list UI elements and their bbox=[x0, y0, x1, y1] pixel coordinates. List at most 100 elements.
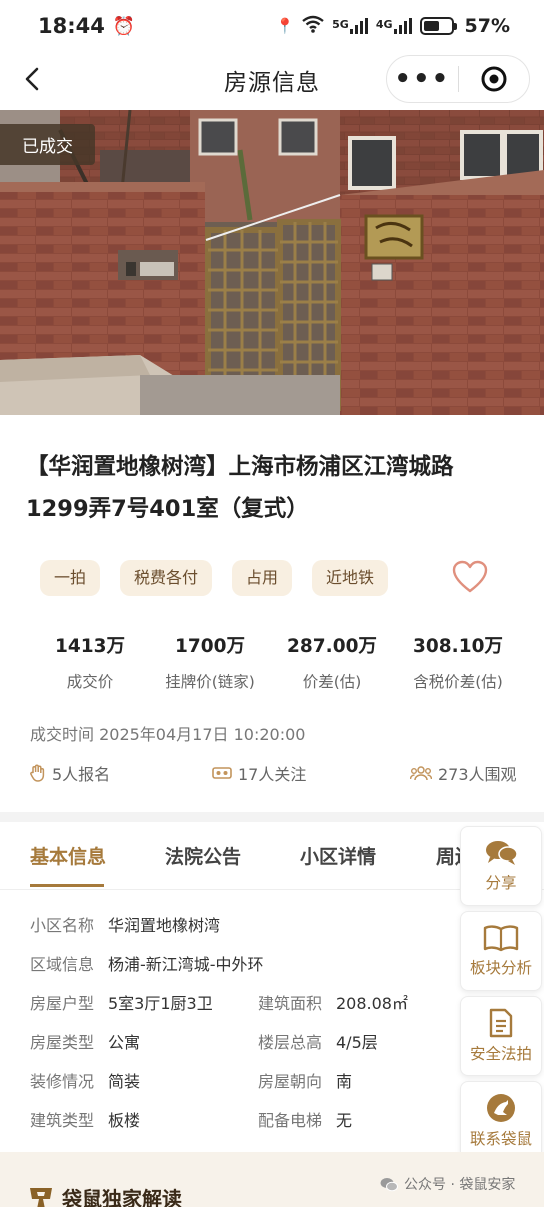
info-decoration: 装修情况 简装 bbox=[30, 1068, 140, 1092]
stat-price-gap: 287.00万 价差(估) bbox=[272, 632, 392, 692]
viewer-count-text: 273人围观 bbox=[438, 765, 517, 784]
people-icon bbox=[410, 766, 432, 781]
chat-bubbles-icon bbox=[486, 841, 518, 865]
page-title: 房源信息 bbox=[224, 70, 320, 96]
info-value: 208.08㎡ bbox=[336, 994, 408, 1013]
share-label: 分享 bbox=[485, 874, 517, 892]
tag-near-metro: 近地铁 bbox=[312, 560, 389, 596]
signal-5g-icon: 5G bbox=[332, 18, 368, 34]
info-value: 简装 bbox=[108, 1072, 141, 1091]
info-value: 无 bbox=[336, 1111, 353, 1130]
contact-kangaroo-button[interactable]: 联系袋鼠 bbox=[460, 1081, 542, 1161]
info-label: 装修情况 bbox=[30, 1072, 95, 1091]
info-value: 4/5层 bbox=[336, 1033, 378, 1052]
tag-auction-round: 一拍 bbox=[40, 560, 101, 596]
miniprogram-capsule: ••• bbox=[386, 55, 530, 103]
info-value: 杨浦-新江湾城-中外环 bbox=[108, 955, 264, 974]
document-icon bbox=[489, 1008, 513, 1038]
stat-deal-price: 1413万 成交价 bbox=[30, 632, 150, 692]
target-icon bbox=[481, 66, 507, 92]
signup-count-text: 5人报名 bbox=[52, 765, 111, 784]
info-label: 房屋户型 bbox=[30, 994, 95, 1013]
info-orientation: 房屋朝向南 bbox=[258, 1068, 352, 1092]
info-layout: 房屋户型 5室3厅1厨3卫 bbox=[30, 990, 213, 1014]
info-value: 公寓 bbox=[108, 1033, 141, 1052]
alarm-icon: ⏰ bbox=[112, 15, 136, 37]
kangaroo-brand-icon bbox=[30, 1187, 52, 1207]
follower-count: 17人关注 bbox=[212, 761, 306, 785]
follower-count-text: 17人关注 bbox=[238, 765, 307, 784]
info-label: 建筑面积 bbox=[258, 994, 323, 1013]
tab-basic-info[interactable]: 基本信息 bbox=[30, 842, 106, 869]
share-button[interactable]: 分享 bbox=[460, 826, 542, 906]
book-icon bbox=[483, 925, 519, 952]
info-label: 小区名称 bbox=[30, 916, 95, 935]
stat-value: 287.00万 bbox=[287, 636, 377, 657]
hand-icon bbox=[30, 764, 45, 782]
info-build-area: 建筑面积 208.08㎡ bbox=[258, 990, 408, 1014]
engagement-row: 5人报名 17人关注 273人围观 bbox=[0, 761, 544, 785]
status-bar: 18:44 ⏰ 📍 5G 4G 57% bbox=[0, 0, 544, 52]
stat-price-gap-tax: 308.10万 含税价差(估) bbox=[390, 632, 526, 692]
battery-percent: 57% bbox=[464, 15, 510, 37]
stat-label: 成交价 bbox=[66, 673, 114, 691]
section-divider bbox=[0, 812, 544, 822]
chevron-left-icon bbox=[25, 67, 39, 91]
sold-badge: 已成交 bbox=[0, 124, 95, 165]
info-community: 小区名称 华润置地橡树湾 bbox=[30, 912, 220, 936]
sector-analysis-button[interactable]: 板块分析 bbox=[460, 911, 542, 991]
favorite-button[interactable] bbox=[452, 560, 488, 594]
info-area: 区域信息 杨浦-新江湾城-中外环 bbox=[30, 951, 264, 975]
tag-occupied: 占用 bbox=[232, 560, 293, 596]
kangaroo-logo-icon bbox=[487, 1094, 515, 1122]
info-label: 房屋类型 bbox=[30, 1033, 95, 1052]
exclusive-insight-text: 袋鼠独家解读 bbox=[62, 1187, 182, 1207]
nav-bar: 房源信息 ••• bbox=[0, 52, 544, 108]
info-label: 配备电梯 bbox=[258, 1111, 323, 1130]
back-button[interactable] bbox=[18, 64, 48, 94]
info-house-type: 房屋类型 公寓 bbox=[30, 1029, 140, 1053]
listing-title: 【华润置地橡树湾】上海市杨浦区江湾城路1299弄7号401室（复式） bbox=[26, 454, 454, 522]
wechat-watermark: 公众号 · 袋鼠安家 bbox=[380, 1174, 515, 1194]
stat-label: 含税价差(估) bbox=[413, 673, 503, 691]
stat-listing-price: 1700万 挂牌价(链家) bbox=[150, 632, 270, 692]
info-elevator: 配备电梯无 bbox=[258, 1107, 352, 1131]
wifi-icon bbox=[302, 15, 324, 37]
close-miniprogram-button[interactable] bbox=[459, 65, 530, 93]
safe-auction-label: 安全法拍 bbox=[469, 1045, 532, 1063]
info-building-type: 建筑类型 板楼 bbox=[30, 1107, 140, 1131]
info-value: 板楼 bbox=[108, 1111, 141, 1130]
more-menu-button[interactable]: ••• bbox=[387, 64, 458, 94]
signup-count: 5人报名 bbox=[30, 761, 110, 785]
info-label: 建筑类型 bbox=[30, 1111, 95, 1130]
tag-tax: 税费各付 bbox=[120, 560, 213, 596]
info-floor: 楼层总高 4/5层 bbox=[258, 1029, 378, 1053]
watermark-text: 公众号 · 袋鼠安家 bbox=[404, 1177, 516, 1193]
location-icon: 📍 bbox=[275, 17, 295, 35]
deal-time: 成交时间 2025年04月17日 10:20:00 bbox=[30, 725, 306, 744]
vr-glasses-icon bbox=[212, 767, 232, 779]
info-label: 房屋朝向 bbox=[258, 1072, 323, 1091]
viewer-count: 273人围观 bbox=[410, 761, 517, 785]
stat-value: 308.10万 bbox=[413, 636, 503, 657]
safe-auction-button[interactable]: 安全法拍 bbox=[460, 996, 542, 1076]
info-value: 华润置地橡树湾 bbox=[108, 916, 221, 935]
info-label: 区域信息 bbox=[30, 955, 95, 974]
sector-analysis-label: 板块分析 bbox=[469, 959, 532, 977]
signal-4g-icon: 4G bbox=[376, 18, 412, 34]
info-value: 5室3厅1厨3卫 bbox=[108, 994, 213, 1013]
stat-value: 1413万 bbox=[55, 636, 125, 657]
wechat-icon bbox=[380, 1177, 398, 1191]
exclusive-insight-title: 袋鼠独家解读 bbox=[28, 1183, 182, 1207]
property-photo[interactable]: 已成交 bbox=[0, 110, 544, 415]
tab-court-notice[interactable]: 法院公告 bbox=[165, 842, 241, 869]
stat-label: 挂牌价(链家) bbox=[165, 673, 255, 691]
active-tab-indicator bbox=[30, 884, 104, 887]
battery-icon bbox=[419, 17, 457, 35]
info-value: 南 bbox=[336, 1072, 353, 1091]
status-right: 📍 5G 4G 57% bbox=[275, 15, 510, 37]
info-label: 楼层总高 bbox=[258, 1033, 323, 1052]
tab-community-details[interactable]: 小区详情 bbox=[300, 842, 376, 869]
status-time: 18:44 bbox=[38, 14, 105, 38]
contact-kangaroo-label: 联系袋鼠 bbox=[469, 1130, 532, 1148]
